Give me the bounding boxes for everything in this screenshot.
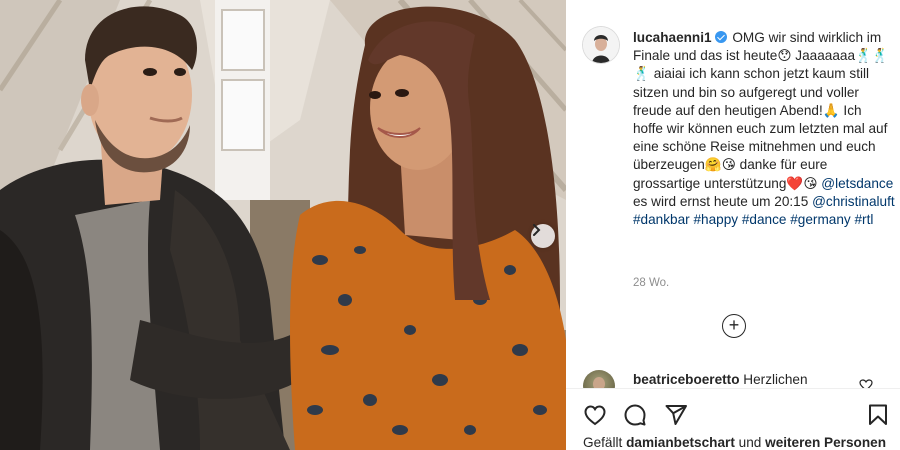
verified-badge-icon [714,31,727,43]
mention-christinaluft[interactable]: @christinaluft [812,194,895,209]
paper-plane-icon [665,405,687,425]
bookmark-icon [869,404,887,425]
chevron-right-icon [533,224,541,236]
save-button[interactable] [866,403,890,427]
hashtag-link[interactable]: #dance [742,212,787,227]
hashtag-link[interactable]: #germany [790,212,850,227]
load-more-comments-button[interactable]: + [722,314,746,338]
comment-icon [624,404,646,426]
caption-text: OMG wir sind wirklich im Finale und das … [633,30,889,191]
comment-button[interactable] [623,403,647,427]
caption-author-link[interactable]: lucahaenni1 [633,30,712,45]
post-caption: lucahaenni1 OMG wir sind wirklich im Fin… [633,29,895,229]
likes-prefix: Gefällt [583,435,623,450]
post-details-panel: lucahaenni1 OMG wir sind wirklich im Fin… [566,0,900,450]
post-photo [0,0,566,450]
likes-connector: und [738,435,762,450]
like-button[interactable] [583,403,607,427]
share-button[interactable] [664,403,688,427]
mention-letsdance[interactable]: @letsdance [821,176,893,191]
post-timestamp[interactable]: 28 Wo. [633,277,669,289]
action-bar: Gefällt damianbetschart und weiteren Per… [566,388,900,450]
likes-others-link[interactable]: weiteren Personen [765,435,886,450]
hashtag-link[interactable]: #rtl [854,212,873,227]
comment-text: Herzlichen [743,372,808,387]
caption-text-middle: es wird ernst heute um 20:15 [633,193,813,209]
likes-summary: Gefällt damianbetschart und weiteren Per… [583,435,886,450]
likes-user-link[interactable]: damianbetschart [626,435,735,450]
carousel-next-button[interactable] [531,224,555,248]
hashtag-link[interactable]: #happy [693,212,738,227]
comment-author-link[interactable]: beatriceboeretto [633,372,740,387]
photo-illustration [0,0,566,450]
author-avatar[interactable] [583,27,619,63]
comment-item: beatriceboeretto Herzlichen [633,371,808,389]
heart-icon [584,405,606,426]
hashtag-link[interactable]: #dankbar [633,212,690,227]
plus-circle-icon: + [728,315,740,335]
